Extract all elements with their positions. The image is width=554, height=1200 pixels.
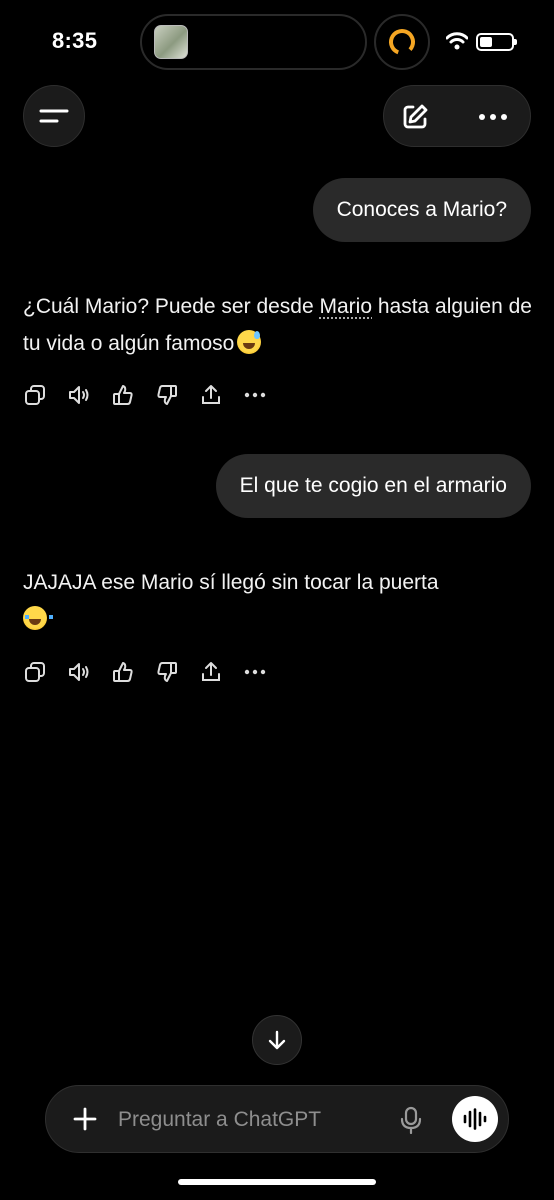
share-icon[interactable] xyxy=(199,383,223,407)
more-dots-icon[interactable] xyxy=(243,660,267,684)
user-message[interactable]: El que te cogio en el armario xyxy=(215,454,531,518)
activity-ring-icon[interactable] xyxy=(374,14,430,70)
read-aloud-icon[interactable] xyxy=(67,660,91,684)
loudly-crying-emoji xyxy=(23,606,53,630)
microphone-icon xyxy=(400,1106,422,1134)
thumbs-up-icon[interactable] xyxy=(111,383,135,407)
message-actions xyxy=(23,658,267,686)
share-icon[interactable] xyxy=(199,660,223,684)
scroll-down-button[interactable] xyxy=(252,1015,302,1065)
home-indicator xyxy=(178,1179,376,1185)
more-options-button[interactable] xyxy=(476,100,510,134)
voice-waveform-icon xyxy=(463,1108,487,1130)
edit-icon xyxy=(403,104,428,129)
assistant-message-text: JAJAJA ese Mario sí llegó sin tocar la p… xyxy=(23,571,439,594)
dictate-button[interactable] xyxy=(396,1104,426,1136)
message-actions xyxy=(23,381,267,409)
assistant-message-text: ¿Cuál Mario? Puede ser desde xyxy=(23,295,320,318)
new-chat-button[interactable] xyxy=(398,100,432,134)
user-message[interactable]: Conoces a Mario? xyxy=(312,178,531,242)
composer xyxy=(45,1085,509,1153)
thumbs-up-icon[interactable] xyxy=(111,660,135,684)
plus-icon xyxy=(73,1107,97,1131)
entity-link[interactable]: Mario xyxy=(320,295,373,318)
music-thumbnail-icon xyxy=(154,25,188,59)
sidebar-menu-button[interactable] xyxy=(23,85,85,147)
assistant-message: ¿Cuál Mario? Puede ser desde Mario hasta… xyxy=(23,288,533,362)
battery-icon xyxy=(476,33,517,51)
read-aloud-icon[interactable] xyxy=(67,383,91,407)
wifi-icon xyxy=(446,32,468,50)
arrow-down-icon xyxy=(268,1030,286,1050)
status-time: 8:35 xyxy=(52,28,98,53)
dynamic-island[interactable] xyxy=(140,14,367,70)
copy-icon[interactable] xyxy=(23,383,47,407)
voice-mode-button[interactable] xyxy=(452,1096,498,1142)
grinning-sweat-emoji xyxy=(237,330,262,354)
prompt-input[interactable] xyxy=(118,1104,378,1136)
header-actions xyxy=(383,85,531,147)
attach-button[interactable] xyxy=(70,1104,100,1134)
thumbs-down-icon[interactable] xyxy=(155,383,179,407)
thumbs-down-icon[interactable] xyxy=(155,660,179,684)
sidebar-menu-icon xyxy=(39,109,69,123)
more-dots-icon xyxy=(479,114,507,120)
copy-icon[interactable] xyxy=(23,660,47,684)
assistant-message: JAJAJA ese Mario sí llegó sin tocar la p… xyxy=(23,564,533,638)
more-dots-icon[interactable] xyxy=(243,383,267,407)
